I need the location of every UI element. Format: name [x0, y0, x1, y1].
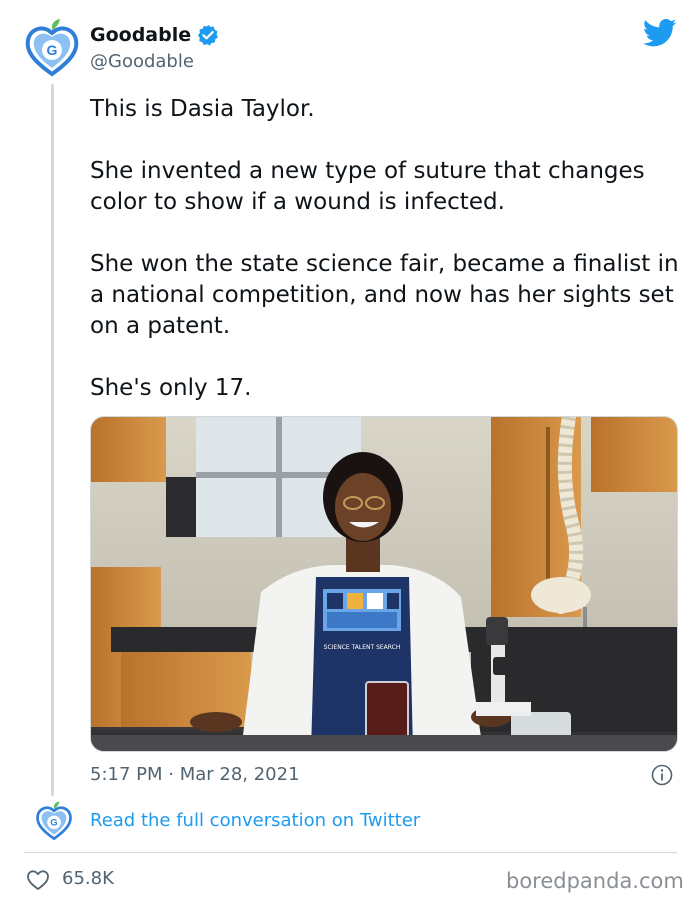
read-conversation-link[interactable]: Read the full conversation on Twitter	[90, 810, 420, 831]
tweet-text: This is Dasia Taylor. She invented a new…	[90, 94, 680, 404]
lab-photo-illustration: SCIENCE TALENT SEARCH	[91, 417, 677, 751]
verified-badge-icon	[198, 24, 219, 46]
tweet-photo[interactable]: SCIENCE TALENT SEARCH	[90, 416, 678, 752]
avatar-letter: G	[47, 42, 58, 58]
tweet-paragraph: She invented a new type of suture that c…	[90, 158, 645, 215]
tweet-paragraph: This is Dasia Taylor.	[90, 96, 315, 122]
tweet-paragraph: She's only 17.	[90, 375, 252, 401]
goodable-logo-icon[interactable]: G	[24, 18, 80, 78]
author-handle[interactable]: @Goodable	[90, 51, 194, 72]
heart-icon[interactable]	[26, 869, 50, 891]
goodable-logo-icon-small[interactable]: G	[35, 800, 73, 842]
svg-text:SCIENCE TALENT SEARCH: SCIENCE TALENT SEARCH	[324, 644, 401, 651]
author-name-text[interactable]: Goodable	[90, 24, 191, 46]
author-name[interactable]: Goodable	[90, 24, 219, 46]
like-count: 65.8K	[62, 868, 114, 889]
thread-line	[51, 84, 54, 796]
divider	[24, 852, 677, 853]
twitter-bird-icon[interactable]	[643, 18, 677, 48]
tweet-paragraph: She won the state science fair, became a…	[90, 251, 679, 339]
avatar-letter-small: G	[50, 818, 57, 829]
info-icon[interactable]	[651, 764, 673, 786]
tweet-timestamp[interactable]: 5:17 PM · Mar 28, 2021	[90, 764, 300, 785]
watermark: boredpanda.com	[506, 869, 684, 893]
